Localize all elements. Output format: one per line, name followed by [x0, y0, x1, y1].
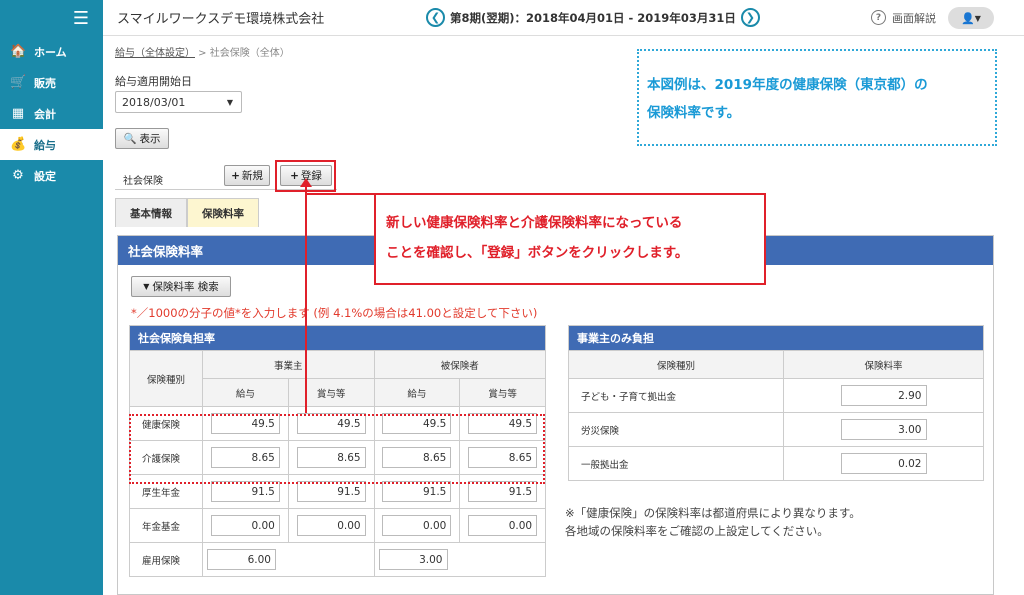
sidebar-item-sales[interactable]: 🛒 販売 — [0, 67, 103, 98]
sidebar-item-label: 設定 — [34, 169, 56, 183]
row-label: 労災保険 — [568, 412, 784, 447]
view-button-label: 表示 — [139, 133, 161, 145]
tab-basic-info[interactable]: 基本情報 — [115, 198, 187, 227]
sidebar-item-accounting[interactable]: ▦ 会計 — [0, 98, 103, 129]
table-row: 雇用保険 6.00 3.00 — [129, 542, 546, 577]
view-button[interactable]: 🔍 表示 — [115, 128, 169, 149]
chevron-down-icon: ▼ — [226, 97, 233, 107]
menu-icon[interactable]: ☰ — [0, 0, 103, 36]
date-value: 2018/03/01 — [122, 95, 186, 109]
period-nav: ❮ 第8期(翌期)：2018年04月01日 - 2019年03月31日 ❯ — [426, 8, 760, 27]
chevron-down-icon: ▼ — [974, 13, 981, 23]
rate-search-label: 保険料率 検索 — [152, 281, 219, 293]
user-menu-button[interactable]: 👤 ▼ — [948, 7, 994, 29]
rate-input[interactable]: 0.00 — [382, 515, 452, 536]
rate-input[interactable]: 91.5 — [382, 481, 452, 502]
plus-icon: + — [231, 169, 240, 182]
rate-input[interactable]: 91.5 — [468, 481, 538, 502]
rate-input[interactable]: 0.02 — [840, 453, 927, 474]
rate-input[interactable]: 2.90 — [840, 385, 927, 406]
col-salary-header: 給与 — [373, 378, 461, 407]
rate-input[interactable]: 91.5 — [210, 481, 280, 502]
calculator-icon: ▦ — [11, 106, 25, 121]
breadcrumb-current: 社会保険（全体） — [209, 48, 290, 59]
employer-table-title: 事業主のみ負担 — [568, 325, 984, 351]
sidebar-item-label: ホーム — [34, 45, 67, 59]
sidebar-item-label: 会計 — [34, 107, 56, 121]
employer-only-table: 事業主のみ負担 保険種別 保険料率 子ども・子育て拠出金 2.90 労災保険 3… — [568, 325, 984, 481]
callout-line: 本図例は、2019年度の健康保険（東京都）の — [647, 77, 928, 93]
col-insured-header: 被保険者 — [373, 350, 546, 379]
help-label: 画面解説 — [892, 11, 936, 25]
company-name: スマイルワークスデモ環境株式会社 — [117, 12, 325, 27]
rate-input[interactable]: 3.00 — [378, 549, 448, 570]
row-label: 子ども・子育て拠出金 — [568, 378, 784, 413]
col-type-header: 保険種別 — [129, 350, 203, 407]
table-row: 一般拠出金 0.02 — [568, 446, 984, 481]
input-note: *／1000の分子の値*を入力します (例 4.1%の場合は41.00と設定して… — [131, 306, 538, 320]
rate-input[interactable]: 91.5 — [296, 481, 366, 502]
tab-insurance-rate[interactable]: 保険料率 — [187, 198, 259, 227]
row-label: 一般拠出金 — [568, 446, 784, 481]
next-period-icon[interactable]: ❯ — [740, 8, 760, 27]
table-row: 年金基金 0.00 0.00 0.00 0.00 — [129, 508, 546, 543]
caret-down-icon: ▼ — [143, 282, 150, 291]
sidebar-item-home[interactable]: 🏠 ホーム — [0, 36, 103, 67]
section-label: 社会保険 — [123, 176, 163, 187]
callout-line: 保険料率です。 — [647, 105, 741, 121]
info-callout: 本図例は、2019年度の健康保険（東京都）の 保険料率です。 — [637, 49, 997, 146]
date-label: 給与適用開始日 — [115, 75, 192, 88]
cart-icon: 🛒 — [10, 75, 27, 90]
sidebar-item-label: 給与 — [34, 138, 56, 152]
user-icon: 👤 — [961, 11, 975, 25]
help-link[interactable]: ? 画面解説 — [871, 10, 936, 26]
tab-bar: 基本情報 保険料率 — [115, 198, 259, 227]
date-select[interactable]: 2018/03/01 ▼ — [115, 91, 242, 113]
breadcrumb: 給与（全体設定） > 社会保険（全体） — [115, 44, 290, 59]
breadcrumb-link[interactable]: 給与（全体設定） — [115, 48, 195, 59]
rate-input[interactable]: 0.00 — [468, 515, 538, 536]
gear-icon: ⚙ — [12, 168, 24, 183]
annotation-connector — [306, 193, 376, 195]
col-salary-header: 給与 — [202, 378, 289, 407]
rate-remark: ※「健康保険」の保険料率は都道府県により異なります。 各地域の保険料率をご確認の… — [565, 504, 861, 540]
sidebar-item-settings[interactable]: ⚙ 設定 — [0, 160, 103, 191]
col-employer-header: 事業主 — [202, 350, 375, 379]
header: スマイルワークスデモ環境株式会社 ❮ 第8期(翌期)：2018年04月01日 -… — [103, 0, 1024, 36]
callout-line: ことを確認し、「登録」ボタンをクリックします。 — [386, 245, 689, 261]
table-row: 子ども・子育て拠出金 2.90 — [568, 378, 984, 413]
new-button[interactable]: + 新規 — [224, 165, 270, 186]
sidebar-item-payroll[interactable]: 💰 給与 — [0, 129, 103, 160]
table-row: 労災保険 3.00 — [568, 412, 984, 447]
rate-input[interactable]: 6.00 — [207, 549, 276, 570]
period-text: 第8期(翌期)：2018年04月01日 - 2019年03月31日 — [450, 10, 736, 25]
annotation-arrow — [305, 183, 307, 413]
col-bonus-header: 賞与等 — [459, 378, 546, 407]
burden-table-title: 社会保険負担率 — [129, 325, 546, 351]
breadcrumb-sep: > — [195, 48, 210, 59]
col-type-header: 保険種別 — [568, 350, 784, 379]
rate-input[interactable]: 3.00 — [840, 419, 927, 440]
new-button-label: 新規 — [241, 170, 263, 182]
rate-input[interactable]: 0.00 — [210, 515, 280, 536]
col-bonus-header: 賞与等 — [287, 378, 375, 407]
row-label: 雇用保険 — [129, 542, 203, 577]
home-icon: 🏠 — [10, 44, 27, 59]
rate-input[interactable]: 0.00 — [296, 515, 366, 536]
rate-search-button[interactable]: ▼ 保険料率 検索 — [131, 276, 231, 297]
question-icon: ? — [871, 10, 886, 25]
col-rate-header: 保険料率 — [783, 350, 984, 379]
sidebar: ☰ 🏠 ホーム 🛒 販売 ▦ 会計 💰 給与 ⚙ 設定 — [0, 0, 103, 595]
prev-period-icon[interactable]: ❮ — [426, 8, 445, 27]
rows-highlight — [129, 414, 545, 484]
row-label: 年金基金 — [129, 508, 203, 543]
instruction-callout: 新しい健康保険料率と介護保険料率になっている ことを確認し、「登録」ボタンをクリ… — [374, 193, 766, 285]
money-bag-icon: 💰 — [10, 137, 27, 152]
callout-line: 新しい健康保険料率と介護保険料率になっている — [386, 215, 683, 231]
annotation-arrow-head — [300, 178, 312, 187]
remark-line: 各地域の保険料率をご確認の上設定してください。 — [565, 524, 829, 538]
search-icon: 🔍 — [123, 133, 137, 145]
sidebar-item-label: 販売 — [34, 76, 56, 90]
remark-line: ※「健康保険」の保険料率は都道府県により異なります。 — [565, 506, 861, 520]
